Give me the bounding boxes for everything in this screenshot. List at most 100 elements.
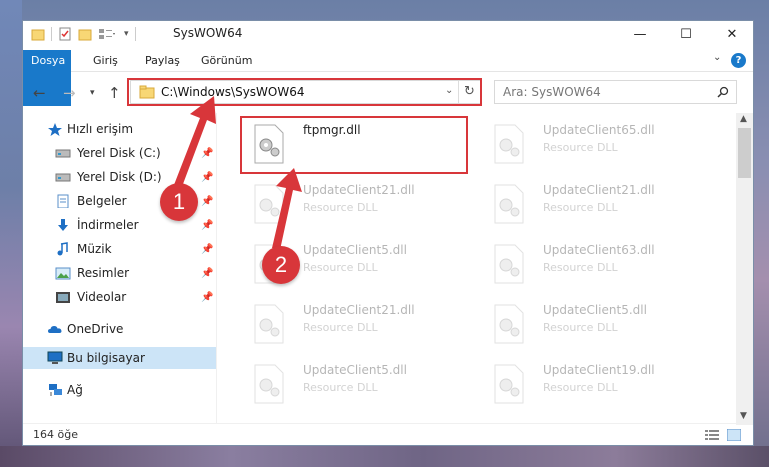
dropdown-arrow-icon[interactable]: ▾ <box>124 29 129 39</box>
navigation-pane: Hızlı erişim Yerel Disk (C:) 📌 Yerel Dis… <box>23 113 216 413</box>
file-type: Resource DLL <box>543 381 618 394</box>
sidebar-item-pictures[interactable]: Resimler 📌 <box>23 262 216 284</box>
sidebar-item-this-pc[interactable]: Bu bilgisayar <box>23 347 216 369</box>
download-icon <box>58 219 68 231</box>
dll-file-icon <box>254 184 284 224</box>
tab-gorunum[interactable]: Görünüm <box>193 50 260 72</box>
customize-toolbar-icon[interactable] <box>98 27 116 41</box>
dll-file-icon <box>254 364 284 404</box>
item-count: 164 öğe <box>33 428 78 441</box>
file-item[interactable]: UpdateClient19.dll Resource DLL <box>477 357 707 413</box>
up-button[interactable]: ↑ <box>108 84 121 102</box>
file-item[interactable]: UpdateClient5.dll Resource DLL <box>477 297 707 353</box>
search-input[interactable]: Ara: SysWOW64 <box>503 85 601 99</box>
file-name: UpdateClient63.dll <box>543 243 655 257</box>
search-box[interactable]: Ara: SysWOW64 <box>494 80 737 104</box>
drive-icon <box>55 149 71 158</box>
sidebar-item-label: Yerel Disk (C:) <box>77 146 161 160</box>
file-name: UpdateClient5.dll <box>303 243 407 257</box>
file-item[interactable]: UpdateClient21.dll Resource DLL <box>237 297 467 353</box>
recent-locations-icon[interactable]: ▾ <box>90 88 95 98</box>
title-bar: ▾ SysWOW64 — ☐ ✕ <box>23 21 753 47</box>
help-button[interactable]: ? <box>731 53 746 68</box>
step-2-badge: 2 <box>262 246 300 284</box>
sidebar-item-label: İndirmeler <box>77 218 139 232</box>
sidebar-item-label: Yerel Disk (D:) <box>77 170 162 184</box>
file-name: UpdateClient65.dll <box>543 123 655 137</box>
dll-file-icon <box>494 124 524 164</box>
sidebar-item-label: Videolar <box>77 290 127 304</box>
sidebar-item-label: Hızlı erişim <box>67 122 134 136</box>
pin-icon[interactable]: 📌 <box>201 220 213 231</box>
dll-file-icon <box>494 364 524 404</box>
file-name: UpdateClient19.dll <box>543 363 655 377</box>
forward-button[interactable]: → <box>63 84 76 102</box>
file-item[interactable]: UpdateClient21.dll Resource DLL <box>237 177 467 233</box>
back-button[interactable]: ← <box>33 84 46 102</box>
details-view-icon[interactable] <box>705 429 719 441</box>
properties-icon[interactable] <box>58 27 72 41</box>
desktop-background-left <box>0 0 22 467</box>
scroll-up-icon[interactable]: ▲ <box>740 114 747 124</box>
drive-icon <box>55 173 71 182</box>
sidebar-item-label: Ağ <box>67 383 83 397</box>
highlight-address-bar <box>127 78 482 106</box>
scrollbar-thumb[interactable] <box>738 128 751 178</box>
step-1-badge: 1 <box>160 183 198 221</box>
sidebar-item-drive-c[interactable]: Yerel Disk (C:) 📌 <box>23 142 216 164</box>
highlight-file <box>240 116 468 174</box>
computer-icon <box>47 351 63 364</box>
sidebar-item-quick-access[interactable]: Hızlı erişim <box>23 118 216 140</box>
sidebar-item-music[interactable]: Müzik 📌 <box>23 238 216 260</box>
network-icon <box>49 384 62 396</box>
file-name: UpdateClient5.dll <box>303 363 407 377</box>
close-button[interactable]: ✕ <box>709 21 755 47</box>
file-type: Resource DLL <box>543 141 618 154</box>
file-type: Resource DLL <box>303 381 378 394</box>
new-folder-icon[interactable] <box>78 27 92 41</box>
pin-icon[interactable]: 📌 <box>201 196 213 207</box>
file-item[interactable]: UpdateClient21.dll Resource DLL <box>477 177 707 233</box>
quick-access-toolbar: ▾ <box>31 26 142 42</box>
sidebar-item-videos[interactable]: Videolar 📌 <box>23 286 216 308</box>
large-icons-view-icon[interactable] <box>727 429 741 441</box>
search-icon[interactable] <box>717 86 729 98</box>
dll-file-icon <box>494 304 524 344</box>
vertical-scrollbar[interactable]: ▲ ▼ <box>736 113 753 425</box>
sidebar-item-label: Resimler <box>77 266 130 280</box>
sidebar-item-label: Bu bilgisayar <box>67 351 145 365</box>
pin-icon[interactable]: 📌 <box>201 268 213 279</box>
file-type: Resource DLL <box>303 321 378 334</box>
pin-icon[interactable]: 📌 <box>201 244 213 255</box>
music-icon <box>57 242 68 256</box>
pin-icon[interactable]: 📌 <box>201 292 213 303</box>
file-type: Resource DLL <box>543 201 618 214</box>
folder-icon <box>31 29 45 41</box>
maximize-button[interactable]: ☐ <box>663 21 709 47</box>
file-item[interactable]: UpdateClient63.dll Resource DLL <box>477 237 707 293</box>
pin-icon[interactable]: 📌 <box>201 172 213 183</box>
status-bar: 164 öğe <box>23 423 753 445</box>
file-name: UpdateClient5.dll <box>543 303 647 317</box>
dll-file-icon <box>494 184 524 224</box>
toolbar-divider <box>51 27 52 41</box>
tab-giris[interactable]: Giriş <box>85 50 126 72</box>
sidebar-item-network[interactable]: Ağ <box>23 379 216 401</box>
sidebar-item-onedrive[interactable]: OneDrive <box>23 318 216 340</box>
toolbar-divider <box>134 27 136 41</box>
sidebar-item-label: OneDrive <box>67 322 124 336</box>
desktop-background-bottom <box>0 446 769 467</box>
minimize-button[interactable]: — <box>617 21 663 47</box>
file-item[interactable]: UpdateClient5.dll Resource DLL <box>237 357 467 413</box>
scroll-down-icon[interactable]: ▼ <box>740 411 747 421</box>
file-item[interactable]: UpdateClient65.dll Resource DLL <box>477 117 707 173</box>
documents-icon <box>57 194 69 208</box>
ribbon-tabs: Dosya Giriş Paylaş Görünüm ⌄ ? <box>23 50 753 106</box>
star-icon <box>48 123 62 136</box>
file-type: Resource DLL <box>303 201 378 214</box>
sidebar-item-label: Belgeler <box>77 194 127 208</box>
expand-ribbon-icon[interactable]: ⌄ <box>713 52 721 63</box>
onedrive-icon <box>48 326 62 333</box>
tab-paylas[interactable]: Paylaş <box>137 50 188 72</box>
pin-icon[interactable]: 📌 <box>201 148 213 159</box>
